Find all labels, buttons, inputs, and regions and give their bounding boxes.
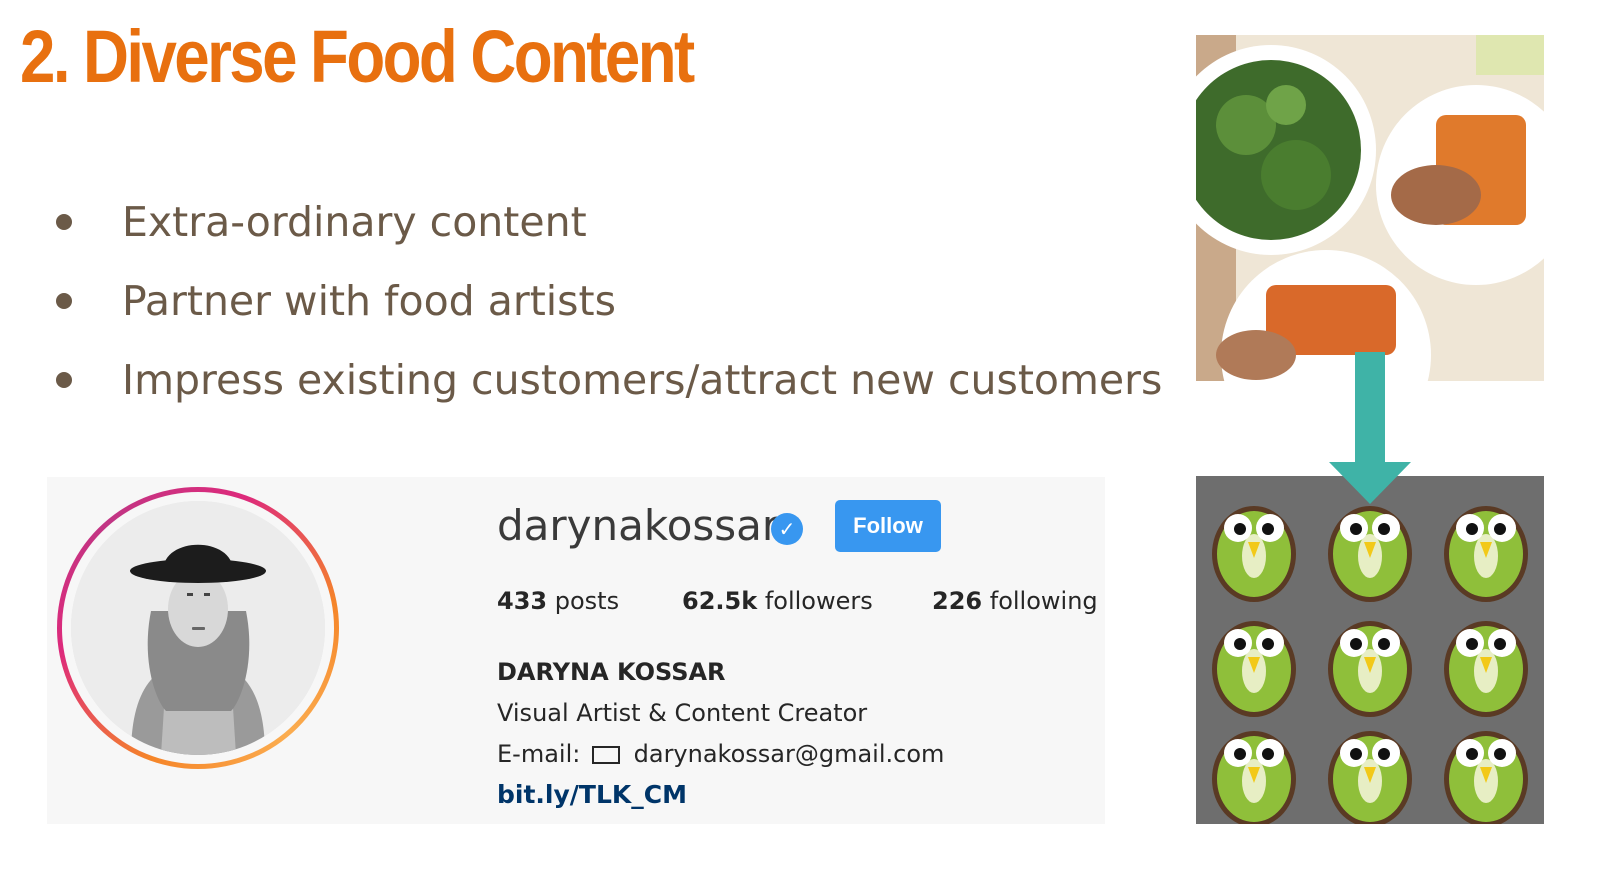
profile-link[interactable]: bit.ly/TLK_CM xyxy=(497,780,687,809)
posts-count[interactable]: 433 posts xyxy=(497,587,619,615)
verified-badge-icon: ✓ xyxy=(771,513,803,545)
down-arrow-icon xyxy=(1329,352,1411,504)
envelope-icon xyxy=(591,746,620,764)
avatar-border xyxy=(62,492,334,764)
stat-label: following xyxy=(989,587,1098,615)
stat-label: posts xyxy=(554,587,620,615)
avatar-portrait-image xyxy=(71,501,325,755)
bullet-list: Extra-ordinary content Partner with food… xyxy=(50,192,1162,429)
food-photo-plates xyxy=(1196,35,1544,381)
email-label: E-mail: xyxy=(497,740,581,768)
profile-bio: Visual Artist & Content Creator xyxy=(497,699,868,727)
slide-title: 2. Diverse Food Content xyxy=(20,15,695,98)
stat-value: 433 xyxy=(497,587,548,615)
stat-value: 226 xyxy=(932,587,983,615)
food-photo-kiwi-owls xyxy=(1196,476,1544,824)
profile-email-line: E-mail: darynakossar@gmail.com xyxy=(497,740,944,768)
story-ring[interactable] xyxy=(57,487,339,769)
bullet-item: Partner with food artists xyxy=(50,271,1162,350)
bullet-dot xyxy=(56,293,72,309)
kiwi-owls-image xyxy=(1196,476,1544,824)
bullet-item: Impress existing customers/attract new c… xyxy=(50,350,1162,429)
profile-username: darynakossar xyxy=(497,501,780,550)
bullet-dot xyxy=(56,214,72,230)
stat-value: 62.5k xyxy=(682,587,758,615)
plates-image xyxy=(1196,35,1544,381)
bullet-text: Partner with food artists xyxy=(122,277,616,325)
bullet-item: Extra-ordinary content xyxy=(50,192,1162,271)
follow-button[interactable]: Follow xyxy=(835,500,941,552)
instagram-profile-card: darynakossar ✓ Follow 433 posts 62.5k fo… xyxy=(47,477,1105,824)
stat-label: followers xyxy=(764,587,873,615)
following-count[interactable]: 226 following xyxy=(932,587,1098,615)
email-address: darynakossar@gmail.com xyxy=(633,740,945,768)
avatar[interactable] xyxy=(71,501,325,755)
bullet-text: Extra-ordinary content xyxy=(122,198,587,246)
bullet-dot xyxy=(56,372,72,388)
bullet-text: Impress existing customers/attract new c… xyxy=(122,356,1163,404)
followers-count[interactable]: 62.5k followers xyxy=(682,587,873,615)
profile-full-name: DARYNA KOSSAR xyxy=(497,658,726,686)
